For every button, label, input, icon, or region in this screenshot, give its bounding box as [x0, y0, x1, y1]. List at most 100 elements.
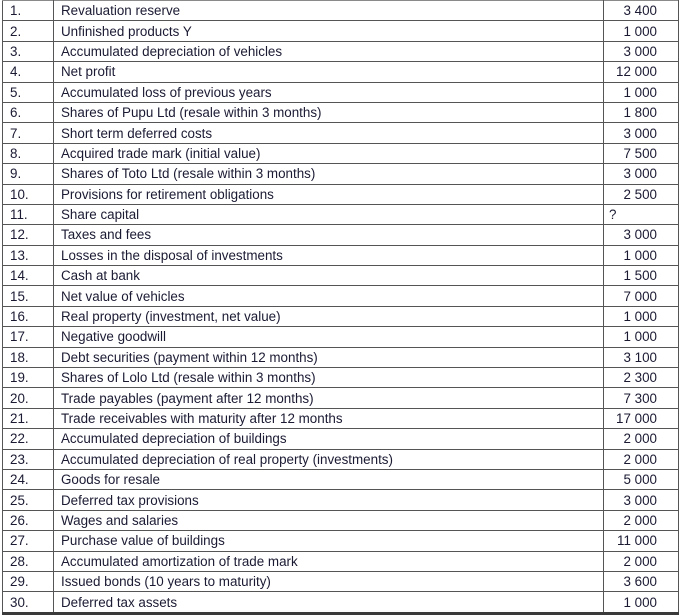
item-description: Shares of Lolo Ltd (resale within 3 mont…	[53, 367, 604, 389]
row-number: 23.	[2, 448, 54, 470]
item-description: Purchase value of buildings	[53, 530, 604, 552]
row-number: 22.	[2, 428, 54, 450]
table-row: 1. Revaluation reserve 3 400	[2, 0, 679, 22]
item-value: 1 000	[603, 305, 679, 328]
item-value: 3 000	[603, 40, 679, 63]
item-value: 3 400	[603, 0, 679, 22]
table-row: 5. Accumulated loss of previous years 1 00…	[2, 81, 679, 103]
table-row: 7. Short term deferred costs 3 000	[2, 122, 679, 144]
row-number: 3.	[2, 40, 54, 63]
row-number: 16.	[2, 305, 54, 328]
item-description: Deferred tax assets	[53, 591, 604, 614]
item-description: Revaluation reserve	[53, 0, 604, 22]
accounts-table: 1. Revaluation reserve 3 400 2. Unfinished p…	[2, 0, 679, 615]
table-row: 26. Wages and salaries 2 000	[2, 509, 679, 532]
table-row: 23. Accumulated depreciation of real prop…	[2, 448, 679, 470]
item-value: 1 000	[603, 20, 679, 42]
row-number: 10.	[2, 183, 54, 205]
item-value: 2 500	[603, 183, 679, 205]
row-number: 13.	[2, 244, 54, 267]
item-value: 3 000	[603, 122, 679, 144]
table-row: 3. Accumulated depreciation of vehicles 3 …	[2, 40, 679, 63]
row-number: 27.	[2, 530, 54, 552]
table-row: 15. Net value of vehicles 7 000	[2, 285, 679, 307]
item-description: Accumulated loss of previous years	[53, 81, 604, 103]
row-number: 20.	[2, 387, 54, 409]
row-number: 30.	[2, 591, 54, 614]
item-description: Cash at bank	[53, 265, 604, 287]
table-row: 4. Net profit 12 000	[2, 61, 679, 83]
table-row: 17. Negative goodwill 1 000	[2, 326, 679, 348]
item-description: Debt securities (payment within 12 month…	[53, 346, 604, 369]
item-value: 3 000	[603, 224, 679, 246]
row-number: 29.	[2, 570, 54, 593]
row-number: 21.	[2, 407, 54, 430]
row-number: 17.	[2, 326, 54, 348]
item-description: Losses in the disposal of investments	[53, 244, 604, 267]
row-number: 5.	[2, 81, 54, 103]
table-row: 24. Goods for resale 5 000	[2, 468, 679, 491]
table-row: 12. Taxes and fees 3 000	[2, 224, 679, 246]
item-description: Wages and salaries	[53, 509, 604, 532]
table-row: 25. Deferred tax provisions 3 000	[2, 489, 679, 511]
item-value: ?	[603, 203, 679, 226]
item-value: 12 000	[603, 61, 679, 83]
item-value: 3 000	[603, 489, 679, 511]
item-description: Acquired trade mark (initial value)	[53, 142, 604, 165]
item-description: Accumulated depreciation of real propert…	[53, 448, 604, 470]
row-number: 1.	[2, 0, 54, 22]
table-row: 11. Share capital?	[2, 203, 679, 226]
table-row: 30. Deferred tax assets 1 000	[2, 591, 679, 614]
item-value: 2 000	[603, 448, 679, 470]
item-description: Trade payables (payment after 12 months)	[53, 387, 604, 409]
item-description: Shares of Toto Ltd (resale within 3 mont…	[53, 163, 604, 185]
row-number: 28.	[2, 550, 54, 572]
table-row: 27. Purchase value of buildings 11 000	[2, 530, 679, 552]
item-value: 1 000	[603, 326, 679, 348]
item-description: Trade receivables with maturity after 12…	[53, 407, 604, 430]
table-row: 2. Unfinished products Y1 000	[2, 20, 679, 42]
item-description: Real property (investment, net value)	[53, 305, 604, 328]
item-value: 1 000	[603, 244, 679, 267]
item-value: 2 000	[603, 550, 679, 572]
row-number: 12.	[2, 224, 54, 246]
item-description: Net value of vehicles	[53, 285, 604, 307]
row-number: 26.	[2, 509, 54, 532]
row-number: 6.	[2, 101, 54, 124]
table-row: 10. Provisions for retirement obligations…	[2, 183, 679, 205]
item-value: 3 000	[603, 163, 679, 185]
item-value: 7 000	[603, 285, 679, 307]
row-number: 4.	[2, 61, 54, 83]
item-value: 2 000	[603, 428, 679, 450]
table-row: 19. Shares of Lolo Ltd (resale within 3 m…	[2, 367, 679, 389]
item-value: 1 000	[603, 81, 679, 103]
item-description: Short term deferred costs	[53, 122, 604, 144]
row-number: 2.	[2, 20, 54, 42]
item-description: Accumulated depreciation of buildings	[53, 428, 604, 450]
item-value: 7 500	[603, 142, 679, 165]
item-value: 3 600	[603, 570, 679, 593]
item-value: 17 000	[603, 407, 679, 430]
item-value: 2 300	[603, 367, 679, 389]
table-row: 6. Shares of Pupu Ltd (resale within 3 mo…	[2, 101, 679, 124]
item-description: Goods for resale	[53, 468, 604, 491]
item-value: 3 100	[603, 346, 679, 369]
item-description: Unfinished products Y	[53, 20, 604, 42]
table-row: 9. Shares of Toto Ltd (resale within 3 mo…	[2, 163, 679, 185]
row-number: 8.	[2, 142, 54, 165]
item-value: 7 300	[603, 387, 679, 409]
row-number: 25.	[2, 489, 54, 511]
item-description: Share capital	[53, 203, 604, 226]
row-number: 9.	[2, 163, 54, 185]
table-row: 18. Debt securities (payment within 12 mo…	[2, 346, 679, 369]
row-number: 24.	[2, 468, 54, 491]
item-description: Accumulated depreciation of vehicles	[53, 40, 604, 63]
item-description: Shares of Pupu Ltd (resale within 3 mont…	[53, 101, 604, 124]
table-row: 20. Trade payables (payment after 12 mont…	[2, 387, 679, 409]
row-number: 7.	[2, 122, 54, 144]
table-row: 28. Accumulated amortization of trade mar…	[2, 550, 679, 572]
row-number: 14.	[2, 265, 54, 287]
table-row: 14. Cash at bank 1 500	[2, 265, 679, 287]
item-value: 5 000	[603, 468, 679, 491]
table-row: 29. Issued bonds (10 years to maturity) 3 …	[2, 570, 679, 593]
